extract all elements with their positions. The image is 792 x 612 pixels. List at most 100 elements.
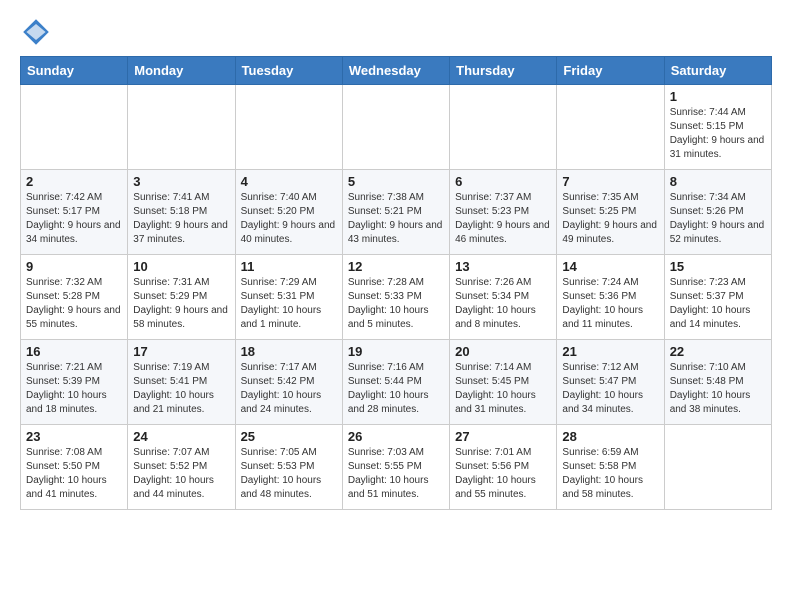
day-number: 8 — [670, 174, 766, 189]
day-cell — [557, 85, 664, 170]
day-info: Sunrise: 7:24 AM Sunset: 5:36 PM Dayligh… — [562, 276, 658, 332]
day-cell: 26 Sunrise: 7:03 AM Sunset: 5:55 PM Dayli… — [342, 425, 449, 510]
logo — [20, 16, 56, 48]
week-row-5: 23 Sunrise: 7:08 AM Sunset: 5:50 PM Dayli… — [21, 425, 772, 510]
day-number: 7 — [562, 174, 658, 189]
day-cell: 3 Sunrise: 7:41 AM Sunset: 5:18 PM Daylig… — [128, 170, 235, 255]
weekday-header-wednesday: Wednesday — [342, 57, 449, 85]
day-cell: 8 Sunrise: 7:34 AM Sunset: 5:26 PM Daylig… — [664, 170, 771, 255]
day-number: 16 — [26, 344, 122, 359]
day-info: Sunrise: 7:37 AM Sunset: 5:23 PM Dayligh… — [455, 191, 551, 247]
day-cell: 22 Sunrise: 7:10 AM Sunset: 5:48 PM Dayli… — [664, 340, 771, 425]
day-number: 28 — [562, 429, 658, 444]
day-info: Sunrise: 7:16 AM Sunset: 5:44 PM Dayligh… — [348, 361, 444, 417]
week-row-1: 1Sunrise: 7:44 AM Sunset: 5:15 PM Daylig… — [21, 85, 772, 170]
day-info: Sunrise: 7:10 AM Sunset: 5:48 PM Dayligh… — [670, 361, 766, 417]
day-number: 13 — [455, 259, 551, 274]
day-number: 1 — [670, 89, 766, 104]
day-number: 4 — [241, 174, 337, 189]
day-number: 17 — [133, 344, 229, 359]
header — [20, 16, 772, 48]
day-cell: 10Sunrise: 7:31 AM Sunset: 5:29 PM Dayli… — [128, 255, 235, 340]
day-info: Sunrise: 7:34 AM Sunset: 5:26 PM Dayligh… — [670, 191, 766, 247]
day-number: 11 — [241, 259, 337, 274]
day-cell: 7 Sunrise: 7:35 AM Sunset: 5:25 PM Daylig… — [557, 170, 664, 255]
day-cell: 16Sunrise: 7:21 AM Sunset: 5:39 PM Dayli… — [21, 340, 128, 425]
day-info: Sunrise: 7:28 AM Sunset: 5:33 PM Dayligh… — [348, 276, 444, 332]
day-number: 12 — [348, 259, 444, 274]
day-info: Sunrise: 7:01 AM Sunset: 5:56 PM Dayligh… — [455, 446, 551, 502]
weekday-header-friday: Friday — [557, 57, 664, 85]
day-cell: 13 Sunrise: 7:26 AM Sunset: 5:34 PM Dayli… — [450, 255, 557, 340]
day-info: Sunrise: 7:07 AM Sunset: 5:52 PM Dayligh… — [133, 446, 229, 502]
day-info: Sunrise: 7:38 AM Sunset: 5:21 PM Dayligh… — [348, 191, 444, 247]
day-info: Sunrise: 7:14 AM Sunset: 5:45 PM Dayligh… — [455, 361, 551, 417]
day-cell: 18Sunrise: 7:17 AM Sunset: 5:42 PM Dayli… — [235, 340, 342, 425]
day-cell: 14Sunrise: 7:24 AM Sunset: 5:36 PM Dayli… — [557, 255, 664, 340]
day-info: Sunrise: 7:23 AM Sunset: 5:37 PM Dayligh… — [670, 276, 766, 332]
day-number: 23 — [26, 429, 122, 444]
day-cell — [664, 425, 771, 510]
day-info: Sunrise: 6:59 AM Sunset: 5:58 PM Dayligh… — [562, 446, 658, 502]
day-cell: 9 Sunrise: 7:32 AM Sunset: 5:28 PM Daylig… — [21, 255, 128, 340]
day-cell: 5 Sunrise: 7:38 AM Sunset: 5:21 PM Daylig… — [342, 170, 449, 255]
day-info: Sunrise: 7:17 AM Sunset: 5:42 PM Dayligh… — [241, 361, 337, 417]
day-number: 24 — [133, 429, 229, 444]
day-info: Sunrise: 7:03 AM Sunset: 5:55 PM Dayligh… — [348, 446, 444, 502]
day-info: Sunrise: 7:35 AM Sunset: 5:25 PM Dayligh… — [562, 191, 658, 247]
day-info: Sunrise: 7:19 AM Sunset: 5:41 PM Dayligh… — [133, 361, 229, 417]
day-cell — [342, 85, 449, 170]
day-cell: 25 Sunrise: 7:05 AM Sunset: 5:53 PM Dayli… — [235, 425, 342, 510]
day-cell: 4 Sunrise: 7:40 AM Sunset: 5:20 PM Daylig… — [235, 170, 342, 255]
day-cell — [235, 85, 342, 170]
day-number: 15 — [670, 259, 766, 274]
weekday-header-sunday: Sunday — [21, 57, 128, 85]
weekday-row: SundayMondayTuesdayWednesdayThursdayFrid… — [21, 57, 772, 85]
day-number: 10 — [133, 259, 229, 274]
day-cell: 2 Sunrise: 7:42 AM Sunset: 5:17 PM Daylig… — [21, 170, 128, 255]
day-cell: 23 Sunrise: 7:08 AM Sunset: 5:50 PM Dayli… — [21, 425, 128, 510]
day-info: Sunrise: 7:12 AM Sunset: 5:47 PM Dayligh… — [562, 361, 658, 417]
day-cell: 15 Sunrise: 7:23 AM Sunset: 5:37 PM Dayli… — [664, 255, 771, 340]
day-number: 6 — [455, 174, 551, 189]
calendar-body: 1Sunrise: 7:44 AM Sunset: 5:15 PM Daylig… — [21, 85, 772, 510]
day-number: 27 — [455, 429, 551, 444]
day-info: Sunrise: 7:08 AM Sunset: 5:50 PM Dayligh… — [26, 446, 122, 502]
day-number: 9 — [26, 259, 122, 274]
day-number: 26 — [348, 429, 444, 444]
day-info: Sunrise: 7:26 AM Sunset: 5:34 PM Dayligh… — [455, 276, 551, 332]
day-cell: 28 Sunrise: 6:59 AM Sunset: 5:58 PM Dayli… — [557, 425, 664, 510]
calendar-header: SundayMondayTuesdayWednesdayThursdayFrid… — [21, 57, 772, 85]
week-row-4: 16Sunrise: 7:21 AM Sunset: 5:39 PM Dayli… — [21, 340, 772, 425]
day-number: 2 — [26, 174, 122, 189]
day-number: 22 — [670, 344, 766, 359]
day-number: 25 — [241, 429, 337, 444]
day-info: Sunrise: 7:42 AM Sunset: 5:17 PM Dayligh… — [26, 191, 122, 247]
calendar: SundayMondayTuesdayWednesdayThursdayFrid… — [20, 56, 772, 510]
day-number: 5 — [348, 174, 444, 189]
day-info: Sunrise: 7:29 AM Sunset: 5:31 PM Dayligh… — [241, 276, 337, 332]
day-number: 21 — [562, 344, 658, 359]
day-cell: 11 Sunrise: 7:29 AM Sunset: 5:31 PM Dayli… — [235, 255, 342, 340]
logo-icon — [20, 16, 52, 48]
day-cell: 17 Sunrise: 7:19 AM Sunset: 5:41 PM Dayli… — [128, 340, 235, 425]
weekday-header-thursday: Thursday — [450, 57, 557, 85]
day-cell: 27 Sunrise: 7:01 AM Sunset: 5:56 PM Dayli… — [450, 425, 557, 510]
day-info: Sunrise: 7:32 AM Sunset: 5:28 PM Dayligh… — [26, 276, 122, 332]
day-number: 19 — [348, 344, 444, 359]
day-cell: 24 Sunrise: 7:07 AM Sunset: 5:52 PM Dayli… — [128, 425, 235, 510]
weekday-header-monday: Monday — [128, 57, 235, 85]
day-cell: 19 Sunrise: 7:16 AM Sunset: 5:44 PM Dayli… — [342, 340, 449, 425]
day-info: Sunrise: 7:41 AM Sunset: 5:18 PM Dayligh… — [133, 191, 229, 247]
weekday-header-tuesday: Tuesday — [235, 57, 342, 85]
day-number: 3 — [133, 174, 229, 189]
day-cell: 1Sunrise: 7:44 AM Sunset: 5:15 PM Daylig… — [664, 85, 771, 170]
day-cell: 20 Sunrise: 7:14 AM Sunset: 5:45 PM Dayli… — [450, 340, 557, 425]
week-row-2: 2 Sunrise: 7:42 AM Sunset: 5:17 PM Daylig… — [21, 170, 772, 255]
week-row-3: 9 Sunrise: 7:32 AM Sunset: 5:28 PM Daylig… — [21, 255, 772, 340]
day-info: Sunrise: 7:40 AM Sunset: 5:20 PM Dayligh… — [241, 191, 337, 247]
day-number: 20 — [455, 344, 551, 359]
day-cell: 12 Sunrise: 7:28 AM Sunset: 5:33 PM Dayli… — [342, 255, 449, 340]
day-cell — [450, 85, 557, 170]
day-info: Sunrise: 7:05 AM Sunset: 5:53 PM Dayligh… — [241, 446, 337, 502]
